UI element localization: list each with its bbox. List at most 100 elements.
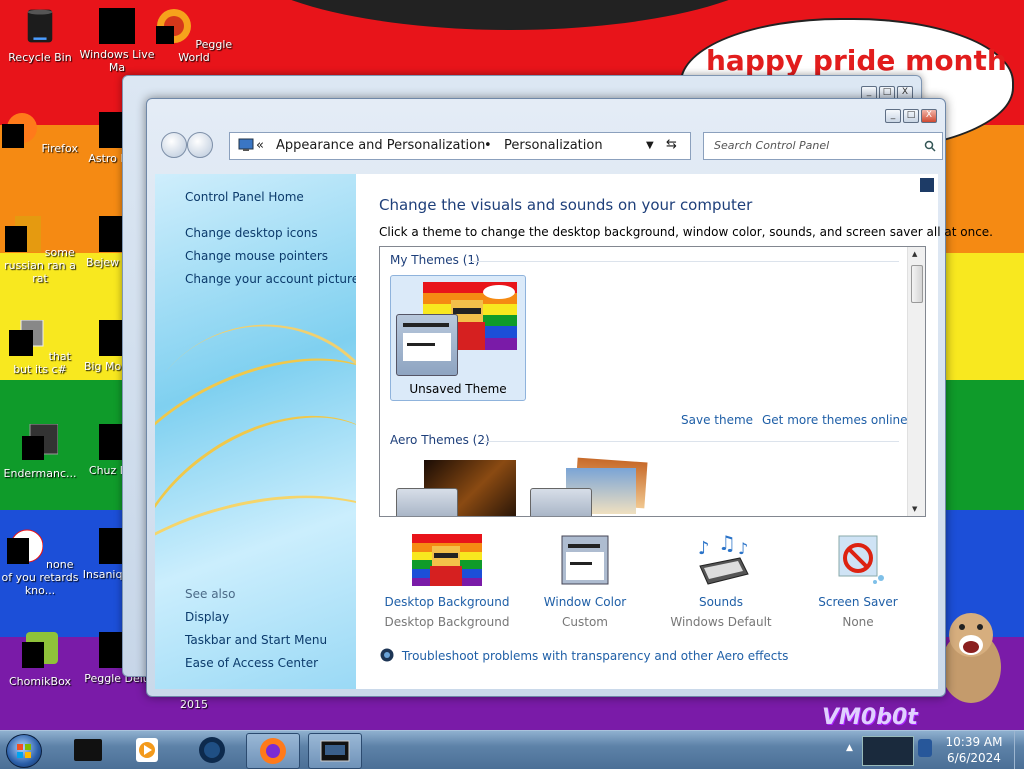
sounds-value: Windows Default <box>670 615 772 629</box>
theme-list: My Themes (1) Unsaved Theme Save theme G… <box>379 246 926 517</box>
control-panel-home-link[interactable]: Control Panel Home <box>185 190 304 204</box>
page-description: Click a theme to change the desktop back… <box>379 225 993 239</box>
sounds-label[interactable]: Sounds <box>656 595 786 609</box>
desktop-icon-label: Firefox <box>41 142 78 155</box>
app-icon <box>22 423 59 460</box>
minimize-button[interactable]: _ <box>885 109 901 123</box>
desktop-icon-russian-rat[interactable]: some russian ran a rat <box>0 216 80 285</box>
forward-button[interactable] <box>187 132 213 158</box>
personalization-window[interactable]: _ □ X « Appearance and Personalization •… <box>146 98 993 697</box>
clock-date: 6/6/2024 <box>947 751 1001 765</box>
control-panel-icon <box>320 740 350 762</box>
desktop-icon-chomikbox[interactable]: ChomikBox <box>0 632 80 688</box>
window-color-value: Custom <box>562 615 608 629</box>
desktop-icon-none-of-you[interactable]: none of you retards kno... <box>0 528 80 597</box>
desktop-icon-label: Windows Live Ma <box>79 48 155 74</box>
start-button[interactable] <box>6 734 42 768</box>
show-desktop-button[interactable] <box>1014 731 1024 769</box>
tray-volume-icon[interactable] <box>918 739 932 757</box>
taskbar: ▲ 10:39 AM 6/6/2024 <box>0 730 1024 769</box>
desktop-icon-peggle-world[interactable]: Peggle World <box>154 8 234 64</box>
unsaved-theme-tile[interactable]: Unsaved Theme <box>390 275 526 401</box>
change-account-picture-link[interactable]: Change your account picture <box>185 272 356 286</box>
file-icon <box>9 319 44 356</box>
troubleshoot-row: Troubleshoot problems with transparency … <box>380 648 788 663</box>
breadcrumb-personalization[interactable]: Personalization <box>504 138 603 153</box>
scrollbar-thumb[interactable] <box>911 265 923 303</box>
clock[interactable]: 10:39 AM 6/6/2024 <box>938 734 1010 766</box>
search-box[interactable]: Search Control Panel <box>703 132 943 160</box>
svg-text:♪: ♪ <box>698 538 710 559</box>
window-color-label[interactable]: Window Color <box>520 595 650 609</box>
media-player-icon <box>136 738 158 762</box>
taskbar-app-3[interactable] <box>186 733 238 767</box>
save-theme-link[interactable]: Save theme <box>681 413 753 427</box>
watermark-text: VM0b0t <box>822 705 918 730</box>
desktop-background-label[interactable]: Desktop Background <box>382 595 512 609</box>
change-desktop-icons-link[interactable]: Change desktop icons <box>185 226 318 240</box>
desktop-icon-recycle-bin[interactable]: Recycle Bin <box>0 8 80 64</box>
breadcrumb-appearance[interactable]: Appearance and Personalization <box>276 138 485 153</box>
divider <box>484 441 899 442</box>
desktop-icon-label: 2015 <box>180 698 208 711</box>
window-color-icon <box>561 535 609 585</box>
control-panel-icon <box>238 138 254 151</box>
desktop-icon-label: ChomikBox <box>9 675 71 688</box>
desktop-icon-endermanc[interactable]: Endermanc... <box>0 423 80 480</box>
breadcrumb[interactable]: « Appearance and Personalization • Perso… <box>229 132 691 160</box>
window-color-setting[interactable]: Window Color Custom <box>520 534 650 629</box>
taskbar-firefox[interactable] <box>246 733 300 769</box>
desktop-icon-label: Recycle Bin <box>8 51 72 64</box>
main-content: Change the visuals and sounds on your co… <box>356 174 993 689</box>
display-link[interactable]: Display <box>185 610 229 624</box>
svg-text:♪: ♪ <box>738 539 748 558</box>
back-button[interactable] <box>161 132 187 158</box>
desktop-background-icon <box>412 534 482 586</box>
maximize-button[interactable]: □ <box>903 109 919 123</box>
peggle-icon <box>155 9 191 44</box>
get-more-themes-link[interactable]: Get more themes online <box>762 413 908 427</box>
desktop-icon-2015[interactable]: 2015 <box>154 698 234 711</box>
taskbar-media-player[interactable] <box>120 733 172 767</box>
taskbar-control-panel[interactable] <box>308 733 362 769</box>
close-button[interactable]: X <box>921 109 937 123</box>
address-bar: « Appearance and Personalization • Perso… <box>157 126 943 164</box>
windows-live-icon <box>99 8 135 44</box>
aero-theme-2-preview[interactable] <box>530 457 648 516</box>
refresh-icon[interactable]: ⇆ <box>666 137 677 152</box>
ease-of-access-link[interactable]: Ease of Access Center <box>185 656 318 670</box>
screen-saver-label[interactable]: Screen Saver <box>793 595 923 609</box>
scroll-down-arrow-icon[interactable]: ▼ <box>912 505 917 513</box>
show-hidden-icons-icon[interactable]: ▲ <box>846 743 853 753</box>
screen-saver-setting[interactable]: Screen Saver None <box>793 534 923 629</box>
search-input[interactable]: Search Control Panel <box>714 139 829 152</box>
scroll-up-arrow-icon[interactable]: ▲ <box>912 250 917 258</box>
desktop-icon-label: Endermanc... <box>3 467 77 480</box>
caption-buttons: _ □ X <box>885 109 937 123</box>
chevron-down-icon[interactable]: ▼ <box>646 140 654 151</box>
desktop-background-setting[interactable]: Desktop Background Desktop Background <box>382 534 512 629</box>
taskbar-start-menu-link[interactable]: Taskbar and Start Menu <box>185 633 327 647</box>
troubleshoot-link[interactable]: Troubleshoot problems with transparency … <box>402 649 789 663</box>
help-icon[interactable] <box>920 178 934 192</box>
change-mouse-pointers-link[interactable]: Change mouse pointers <box>185 249 328 263</box>
tray-network-icon[interactable] <box>862 736 914 766</box>
aero-theme-1-preview[interactable] <box>396 460 516 516</box>
breadcrumb-chevron[interactable]: « <box>256 138 264 153</box>
app-icon <box>6 529 44 564</box>
windows-logo-icon <box>17 744 31 758</box>
sounds-setting[interactable]: ♪ ♫ ♪ Sounds Windows Default <box>656 531 786 629</box>
divider <box>470 261 899 262</box>
svg-text:♫: ♫ <box>718 534 736 555</box>
aero-themes-heading: Aero Themes (2) <box>390 433 490 447</box>
recycle-bin-icon <box>27 9 53 43</box>
search-icon[interactable] <box>924 140 936 152</box>
desktop-icon-windows-live[interactable]: Windows Live Ma <box>77 8 157 74</box>
screen-saver-icon <box>838 535 884 584</box>
clock-time: 10:39 AM <box>945 735 1003 749</box>
taskbar-app-1[interactable] <box>62 733 114 767</box>
unsaved-theme-label: Unsaved Theme <box>409 382 507 396</box>
desktop-icon-firefox[interactable]: Firefox <box>0 112 80 155</box>
desktop-icon-csharp[interactable]: that but its c# <box>0 319 80 376</box>
theme-list-scrollbar[interactable]: ▲ ▼ <box>907 247 925 516</box>
